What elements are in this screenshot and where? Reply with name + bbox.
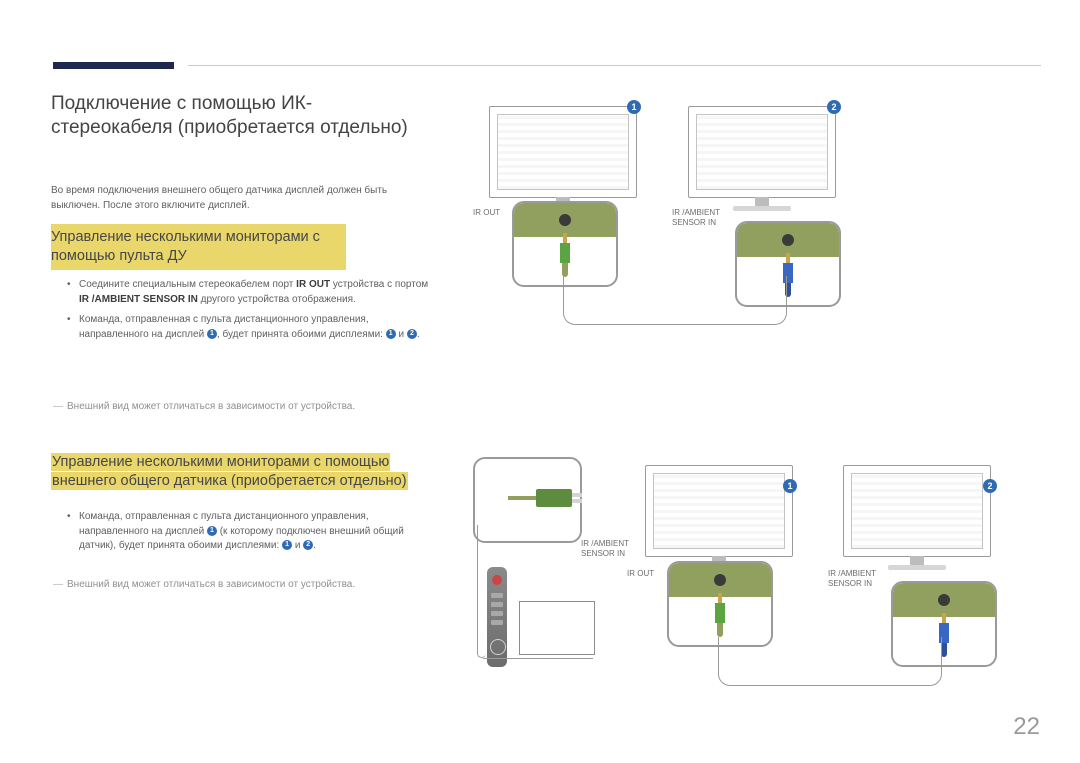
cable-icon	[718, 637, 942, 686]
ref-badge-1: 1	[207, 526, 217, 536]
port-label: IR OUT	[473, 208, 500, 218]
ref-badge-2: 2	[407, 329, 417, 339]
page-title: Подключение с помощью ИК-стереокабеля (п…	[51, 92, 411, 140]
section-1-heading: Управление несколькими мониторами с помо…	[51, 224, 346, 270]
remote-icon	[487, 567, 507, 667]
cable-icon	[483, 657, 593, 659]
text: и	[292, 540, 303, 551]
section-2-bullets: • Команда, отправленная с пульта дистанц…	[67, 510, 438, 554]
num-badge-1: 1	[627, 100, 641, 114]
cable-icon	[563, 276, 787, 325]
diagram-2: IR /AMBIENT SENSOR IN 1 2 IR OUT IR /AMB…	[473, 453, 1033, 693]
num-badge-1: 1	[783, 479, 797, 493]
text: .	[313, 540, 316, 551]
heading-highlight: Управление несколькими мониторами с помо…	[51, 453, 390, 471]
section-2-heading: Управление несколькими мониторами с помо…	[51, 453, 440, 491]
list-item: • Команда, отправленная с пульта дистанц…	[67, 510, 438, 554]
section-1-footnote: Внешний вид может отличаться в зависимос…	[53, 401, 423, 412]
text: и	[396, 329, 407, 340]
monitor-icon	[645, 465, 793, 557]
monitor-icon	[489, 106, 637, 198]
text: устройства с портом	[330, 279, 428, 290]
ref-badge-1: 1	[207, 329, 217, 339]
monitor-icon	[688, 106, 836, 198]
jack-green-icon	[715, 603, 725, 623]
cable-icon	[477, 525, 486, 658]
monitor-icon	[843, 465, 991, 557]
port-label: IR /AMBIENT SENSOR IN	[581, 539, 641, 558]
intro-note: Во время подключения внешнего общего дат…	[51, 184, 431, 213]
heading-highlight: внешнего общего датчика (приобретается о…	[51, 472, 408, 490]
jack-green-icon	[560, 243, 570, 263]
diagram-1: 1 2 IR OUT IR /AMBIENT SENSOR IN	[473, 100, 1033, 340]
num-badge-2: 2	[983, 479, 997, 493]
connector-box	[512, 201, 618, 287]
section-1-bullets: • Соедините специальным стереокабелем по…	[67, 278, 438, 348]
num-badge-2: 2	[827, 100, 841, 114]
header-rule	[188, 65, 1041, 66]
ir-receiver-icon	[519, 601, 595, 655]
port-label: IR OUT	[627, 569, 654, 579]
text: .	[417, 329, 420, 340]
port-label: IR /AMBIENT SENSOR IN	[828, 569, 888, 588]
ref-badge-2: 2	[303, 540, 313, 550]
page-number: 22	[1013, 713, 1040, 741]
connector-box	[667, 561, 773, 647]
header-accent-bar	[53, 62, 174, 69]
text: другого устройства отображения.	[198, 294, 356, 305]
ref-badge-1: 1	[282, 540, 292, 550]
port-name: IR /AMBIENT SENSOR IN	[79, 294, 198, 305]
ref-badge-1: 1	[386, 329, 396, 339]
power-plug-icon	[536, 489, 572, 507]
text: Соедините специальным стереокабелем порт	[79, 279, 296, 290]
section-2-footnote: Внешний вид может отличаться в зависимос…	[53, 579, 423, 590]
list-item: • Соедините специальным стереокабелем по…	[67, 278, 438, 307]
port-name: IR OUT	[296, 279, 330, 290]
port-label: IR /AMBIENT SENSOR IN	[672, 208, 732, 227]
text: , будет принята обоими дисплеями:	[217, 329, 386, 340]
list-item: • Команда, отправленная с пульта дистанц…	[67, 313, 438, 342]
sensor-box	[473, 457, 582, 543]
